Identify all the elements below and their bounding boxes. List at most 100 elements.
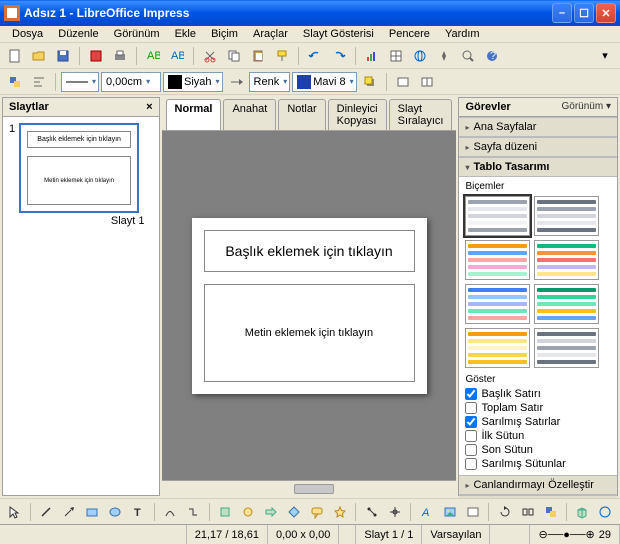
line-style-select[interactable]: ▾: [61, 72, 99, 92]
canvas-area[interactable]: Başlık eklemek için tıklayın Metin eklem…: [162, 131, 457, 480]
print-button[interactable]: [109, 45, 131, 67]
select-tool[interactable]: [4, 501, 25, 523]
stars-tool[interactable]: [329, 501, 350, 523]
redo-button[interactable]: [328, 45, 350, 67]
tab-sorter[interactable]: Slayt Sıralayıcı: [389, 99, 453, 130]
section-layouts[interactable]: ▸Sayfa düzeni: [459, 137, 617, 157]
table-style-swatch[interactable]: [534, 196, 599, 236]
horizontal-scrollbar[interactable]: [162, 480, 457, 496]
line-width-input[interactable]: 0,00cm▾: [101, 72, 161, 92]
minimize-button[interactable]: –: [552, 3, 572, 23]
table-style-swatch[interactable]: [534, 240, 599, 280]
arrow-tool[interactable]: [59, 501, 80, 523]
show-option[interactable]: Sarılmış Sütunlar: [465, 457, 611, 471]
paste-button[interactable]: [247, 45, 269, 67]
open-button[interactable]: [28, 45, 50, 67]
show-option[interactable]: Başlık Satırı: [465, 387, 611, 401]
from-file-tool[interactable]: [439, 501, 460, 523]
fill-type-select[interactable]: Renk▾: [249, 72, 291, 92]
navigator-button[interactable]: [433, 45, 455, 67]
points-tool[interactable]: [361, 501, 382, 523]
toolbar-overflow-icon[interactable]: ▾: [594, 45, 616, 67]
new-button[interactable]: [4, 45, 26, 67]
arrange-button[interactable]: [4, 71, 26, 93]
alignment-tool[interactable]: [517, 501, 538, 523]
menu-insert[interactable]: Ekle: [169, 25, 202, 43]
curve-tool[interactable]: [160, 501, 181, 523]
save-button[interactable]: [52, 45, 74, 67]
zoom-button[interactable]: [457, 45, 479, 67]
task-pane-view-menu[interactable]: Görünüm ▾: [562, 101, 611, 113]
table-button[interactable]: [385, 45, 407, 67]
basic-shapes-tool[interactable]: [215, 501, 236, 523]
show-option[interactable]: Son Sütun: [465, 443, 611, 457]
table-style-swatch[interactable]: [465, 284, 530, 324]
line-end-button[interactable]: [225, 71, 247, 93]
copy-button[interactable]: [223, 45, 245, 67]
align-button[interactable]: [28, 71, 50, 93]
connector-tool[interactable]: [183, 501, 204, 523]
slide-layout-button[interactable]: [416, 71, 438, 93]
ellipse-tool[interactable]: [105, 501, 126, 523]
rect-tool[interactable]: [82, 501, 103, 523]
export-pdf-button[interactable]: [85, 45, 107, 67]
arrange-tool[interactable]: [540, 501, 561, 523]
symbol-shapes-tool[interactable]: [238, 501, 259, 523]
status-zoom[interactable]: ⊖──●──⊕29: [530, 525, 620, 544]
menu-tools[interactable]: Araçlar: [247, 25, 294, 43]
tab-normal[interactable]: Normal: [166, 99, 222, 130]
interaction-tool[interactable]: [595, 501, 616, 523]
menu-format[interactable]: Biçim: [205, 25, 244, 43]
title-placeholder[interactable]: Başlık eklemek için tıklayın: [204, 230, 415, 272]
spellcheck-button[interactable]: ABC: [142, 45, 164, 67]
autospell-button[interactable]: ABC: [166, 45, 188, 67]
tab-outline[interactable]: Anahat: [223, 99, 276, 130]
section-custom-animation[interactable]: ▸Canlandırmayı Özelleştir: [459, 475, 617, 495]
help-button[interactable]: ?: [481, 45, 503, 67]
slides-panel-close-icon[interactable]: ×: [146, 101, 152, 113]
flowchart-tool[interactable]: [284, 501, 305, 523]
table-style-swatch[interactable]: [465, 196, 530, 236]
section-table-design[interactable]: ▾Tablo Tasarımı: [459, 157, 617, 177]
slide-thumb[interactable]: 1 Başlık eklemek için tıklayın Metin ekl…: [9, 123, 153, 213]
section-master-pages[interactable]: ▸Ana Sayfalar: [459, 117, 617, 137]
slide-design-button[interactable]: [392, 71, 414, 93]
line-tool[interactable]: [36, 501, 57, 523]
gallery-tool[interactable]: [462, 501, 483, 523]
maximize-button[interactable]: ☐: [574, 3, 594, 23]
close-button[interactable]: ✕: [596, 3, 616, 23]
extrusion-tool[interactable]: [572, 501, 593, 523]
table-style-swatch[interactable]: [465, 240, 530, 280]
status-template: Varsayılan: [422, 525, 490, 544]
menu-file[interactable]: Dosya: [6, 25, 49, 43]
block-arrows-tool[interactable]: [261, 501, 282, 523]
show-option[interactable]: Toplam Satır: [465, 401, 611, 415]
hyperlink-button[interactable]: [409, 45, 431, 67]
menu-slideshow[interactable]: Slayt Gösterisi: [297, 25, 380, 43]
callout-tool[interactable]: [306, 501, 327, 523]
table-style-swatch[interactable]: [465, 328, 530, 368]
chart-button[interactable]: [361, 45, 383, 67]
show-option[interactable]: Sarılmış Satırlar: [465, 415, 611, 429]
undo-button[interactable]: [304, 45, 326, 67]
table-style-swatch[interactable]: [534, 328, 599, 368]
body-placeholder[interactable]: Metin eklemek için tıklayın: [204, 284, 415, 382]
menu-view[interactable]: Görünüm: [108, 25, 166, 43]
menu-edit[interactable]: Düzenle: [52, 25, 104, 43]
line-color-select[interactable]: Siyah▾: [163, 72, 223, 92]
format-paint-button[interactable]: [271, 45, 293, 67]
slide-canvas[interactable]: Başlık eklemek için tıklayın Metin eklem…: [192, 218, 427, 394]
text-tool[interactable]: T: [128, 501, 149, 523]
glue-tool[interactable]: [384, 501, 405, 523]
tab-notes[interactable]: Notlar: [278, 99, 325, 130]
cut-button[interactable]: [199, 45, 221, 67]
shadow-button[interactable]: [359, 71, 381, 93]
table-style-swatch[interactable]: [534, 284, 599, 324]
fontwork-tool[interactable]: A: [416, 501, 437, 523]
rotate-tool[interactable]: [494, 501, 515, 523]
show-option[interactable]: İlk Sütun: [465, 429, 611, 443]
tab-handout[interactable]: Dinleyici Kopyası: [328, 99, 387, 130]
fill-color-select[interactable]: Mavi 8▾: [292, 72, 356, 92]
menu-window[interactable]: Pencere: [383, 25, 436, 43]
menu-help[interactable]: Yardım: [439, 25, 486, 43]
